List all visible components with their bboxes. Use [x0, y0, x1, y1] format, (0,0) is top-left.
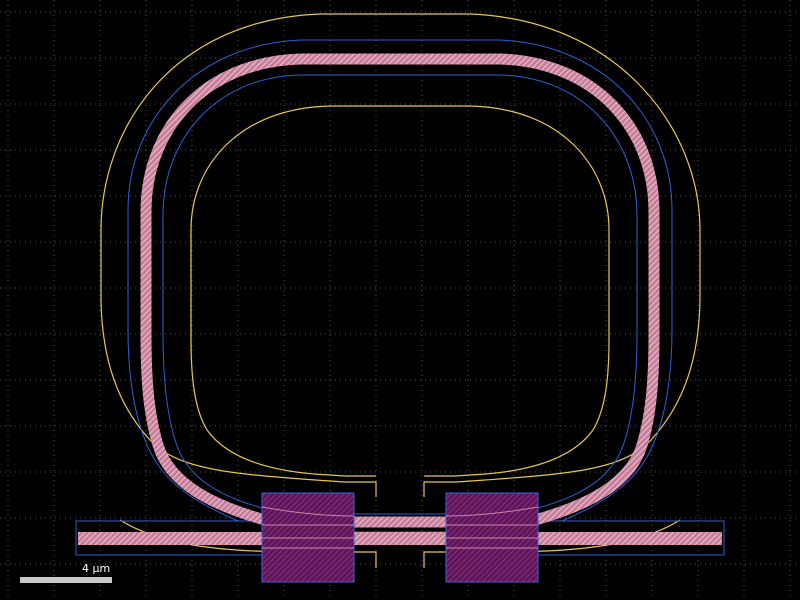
- scale-bar: 4 µm: [20, 562, 112, 583]
- ring-waveguide: [140, 53, 660, 528]
- exclusion-inner-ring: [190, 105, 610, 477]
- bus-waveguide: [78, 532, 722, 545]
- scale-bar-label: 4 µm: [82, 562, 110, 575]
- cladding-ring-outer: [127, 39, 673, 522]
- cladding-ring-inner: [162, 74, 638, 509]
- scale-bar-line: [20, 577, 112, 583]
- dotted-grid: [0, 0, 800, 600]
- layout-canvas: 4 µm: [0, 0, 800, 600]
